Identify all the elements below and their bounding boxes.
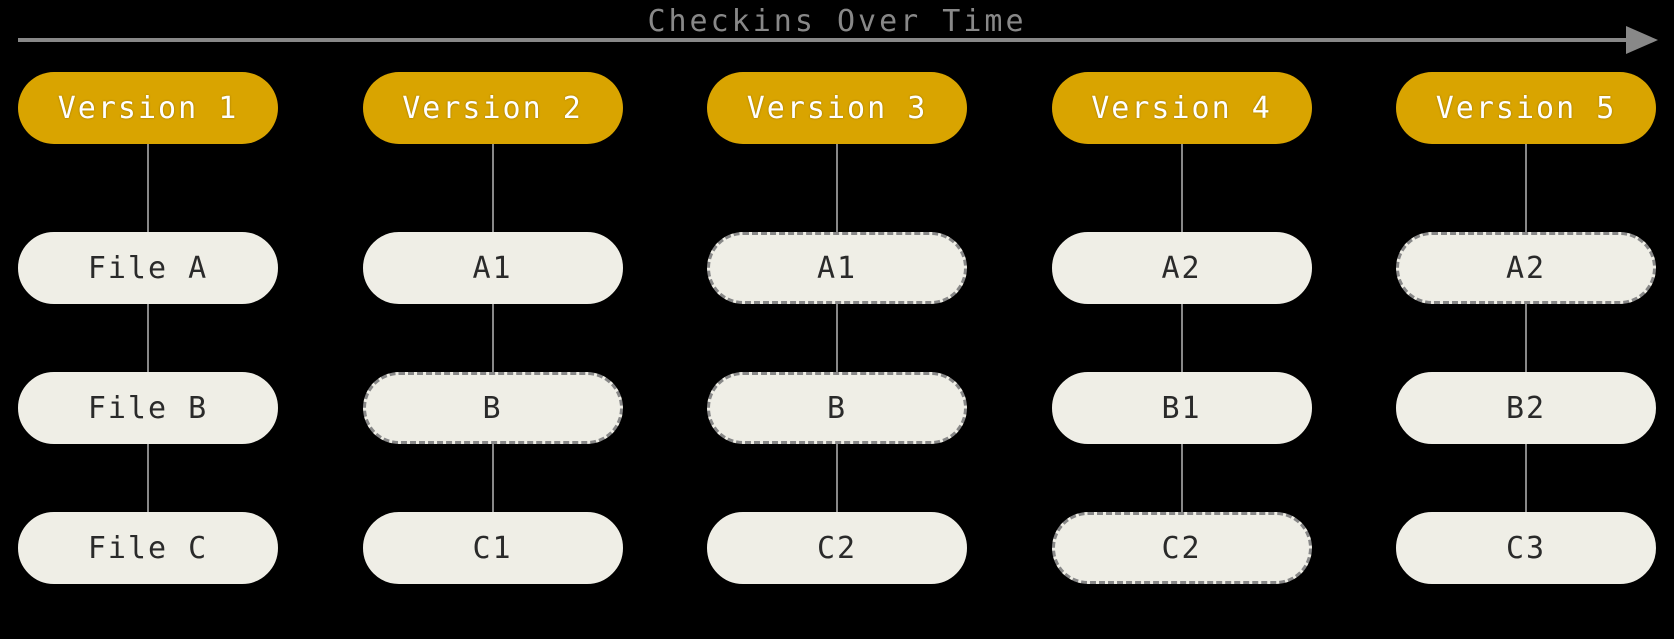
file-pill: File B <box>18 372 278 444</box>
version-column: Version 2 A1 B C1 <box>363 72 623 639</box>
file-pill: A1 <box>363 232 623 304</box>
file-pill: C2 <box>707 512 967 584</box>
file-pill: A2 <box>1052 232 1312 304</box>
version-pill: Version 4 <box>1052 72 1312 144</box>
file-pill: A2 <box>1396 232 1656 304</box>
time-arrow-head-icon <box>1626 26 1658 54</box>
file-pill: C1 <box>363 512 623 584</box>
version-pill: Version 1 <box>18 72 278 144</box>
file-pill: C3 <box>1396 512 1656 584</box>
column-connector-line <box>1181 108 1183 548</box>
diagram-title: Checkins Over Time <box>0 4 1674 39</box>
file-pill: B2 <box>1396 372 1656 444</box>
version-pill: Version 2 <box>363 72 623 144</box>
version-column: Version 3 A1 B C2 <box>707 72 967 639</box>
file-pill: B <box>363 372 623 444</box>
version-pill: Version 3 <box>707 72 967 144</box>
time-arrow-line <box>18 38 1630 42</box>
file-pill: B1 <box>1052 372 1312 444</box>
column-connector-line <box>492 108 494 548</box>
file-pill: File A <box>18 232 278 304</box>
columns-container: Version 1File AFile BFile CVersion 2A1BC… <box>18 72 1656 639</box>
version-column: Version 4 A2 B1 C2 <box>1052 72 1312 639</box>
version-column: Version 5 A2 B2 C3 <box>1396 72 1656 639</box>
diagram-canvas: Checkins Over Time Version 1 File A File B… <box>0 0 1674 639</box>
file-pill: C2 <box>1052 512 1312 584</box>
column-connector-line <box>836 108 838 548</box>
file-pill: File C <box>18 512 278 584</box>
column-connector-line <box>1525 108 1527 548</box>
version-column: Version 1 File A File B File C <box>18 72 278 639</box>
version-pill: Version 5 <box>1396 72 1656 144</box>
column-connector-line <box>147 108 149 548</box>
file-pill: A1 <box>707 232 967 304</box>
file-pill: B <box>707 372 967 444</box>
